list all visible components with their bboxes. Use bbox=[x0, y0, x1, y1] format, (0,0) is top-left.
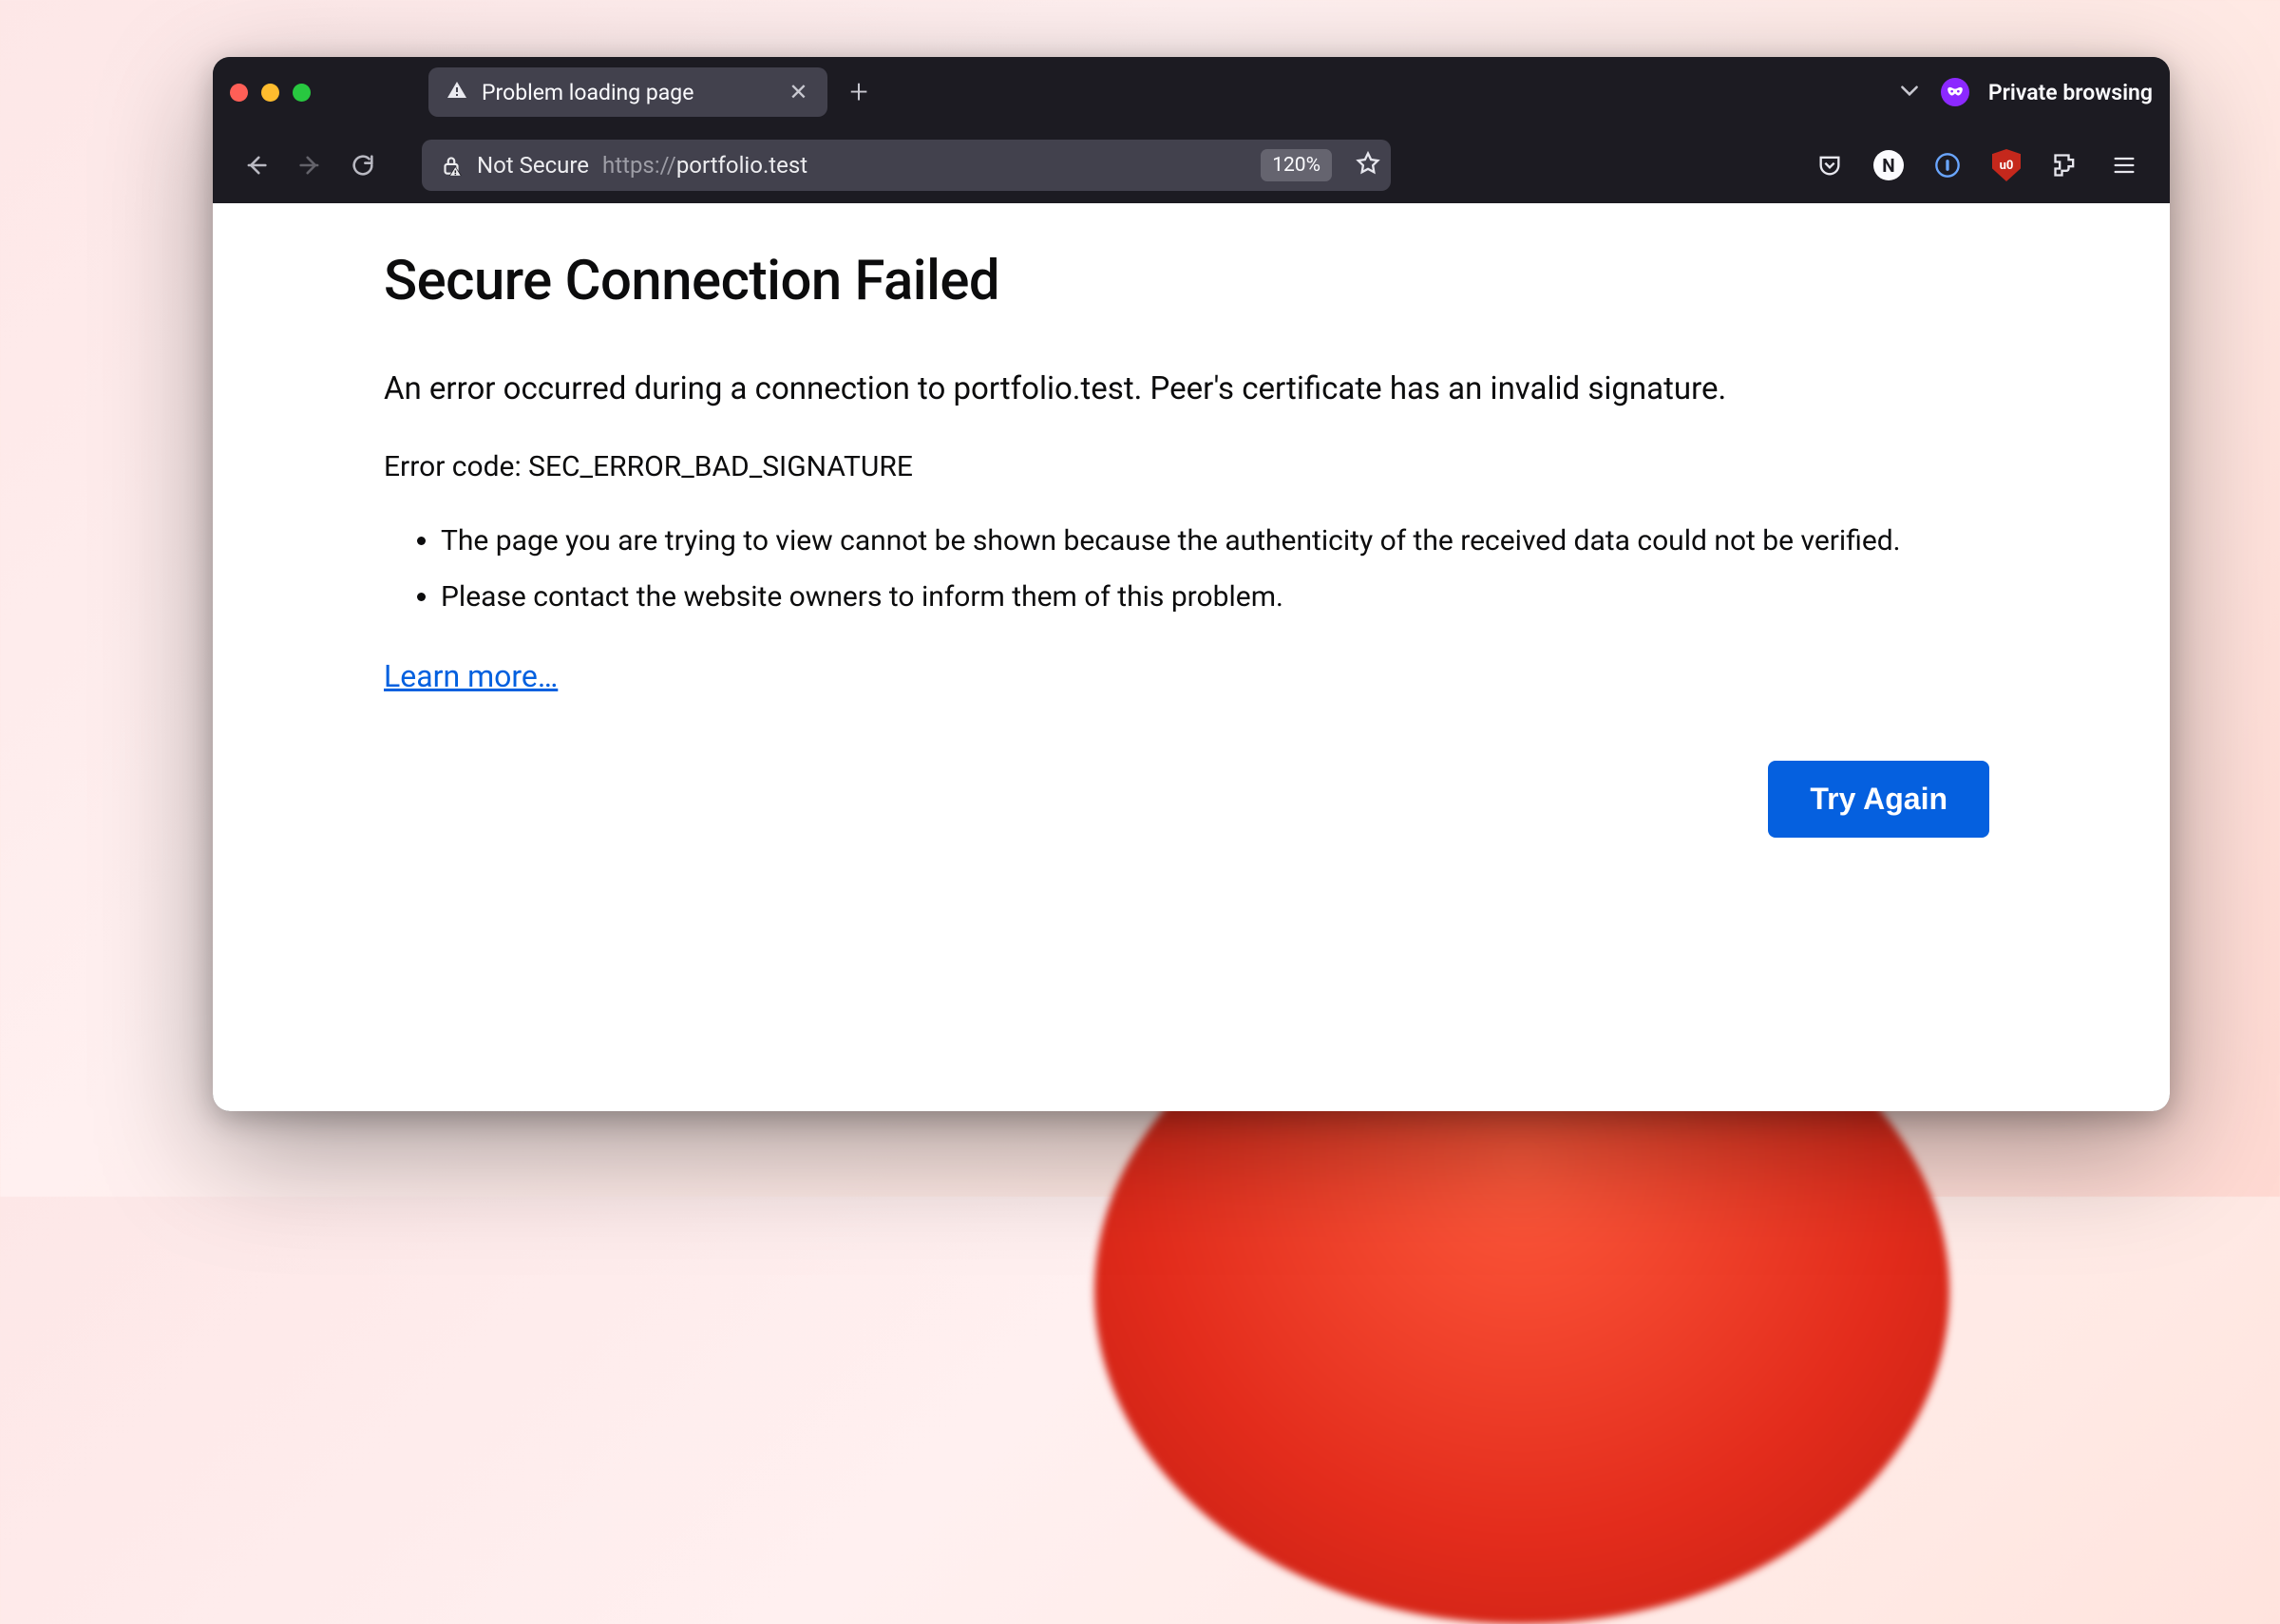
back-button[interactable] bbox=[234, 142, 279, 188]
try-again-button[interactable]: Try Again bbox=[1768, 761, 1989, 838]
new-tab-button[interactable]: + bbox=[841, 73, 878, 111]
browser-window: Problem loading page ✕ + Private browsin… bbox=[213, 57, 2170, 1111]
extension-n-button[interactable]: N bbox=[1870, 146, 1908, 184]
titlebar: Problem loading page ✕ + Private browsin… bbox=[213, 57, 2170, 127]
bookmark-star-button[interactable] bbox=[1355, 150, 1381, 180]
lock-warning-icon bbox=[439, 153, 464, 178]
tabs-dropdown-button[interactable] bbox=[1897, 78, 1922, 106]
pocket-button[interactable] bbox=[1811, 146, 1849, 184]
error-description: An error occurred during a connection to… bbox=[384, 367, 1771, 412]
private-browsing-label: Private browsing bbox=[1988, 80, 2153, 105]
reload-button[interactable] bbox=[340, 142, 386, 188]
url-scheme: https:// bbox=[602, 152, 676, 179]
warning-icon bbox=[446, 79, 468, 105]
forward-button[interactable] bbox=[287, 142, 332, 188]
error-title: Secure Connection Failed bbox=[384, 249, 1999, 313]
extensions-button[interactable] bbox=[2046, 146, 2084, 184]
window-minimize-button[interactable] bbox=[261, 84, 279, 102]
error-bullet: The page you are trying to view cannot b… bbox=[441, 519, 1942, 562]
url-text: https://portfolio.test bbox=[602, 152, 808, 179]
browser-tab[interactable]: Problem loading page ✕ bbox=[428, 67, 827, 117]
window-controls bbox=[230, 84, 311, 102]
extension-onepassword-button[interactable] bbox=[1928, 146, 1966, 184]
private-browsing-icon bbox=[1941, 78, 1969, 106]
learn-more-link[interactable]: Learn more… bbox=[384, 658, 558, 694]
zoom-indicator[interactable]: 120% bbox=[1261, 149, 1332, 181]
tab-close-button[interactable]: ✕ bbox=[783, 75, 813, 109]
security-status-label: Not Secure bbox=[477, 152, 589, 179]
error-bullet-list: The page you are trying to view cannot b… bbox=[384, 519, 1942, 618]
page-content: Secure Connection Failed An error occurr… bbox=[213, 203, 2170, 1111]
tab-title: Problem loading page bbox=[482, 80, 694, 105]
extension-ublock-button[interactable]: u0 bbox=[1987, 146, 2025, 184]
url-bar[interactable]: Not Secure https://portfolio.test 120% bbox=[422, 140, 1391, 191]
error-code: Error code: SEC_ERROR_BAD_SIGNATURE bbox=[384, 450, 1999, 483]
toolbar: Not Secure https://portfolio.test 120% N… bbox=[213, 127, 2170, 203]
window-close-button[interactable] bbox=[230, 84, 248, 102]
window-zoom-button[interactable] bbox=[293, 84, 311, 102]
toolbar-extensions: N u0 bbox=[1811, 146, 2149, 184]
url-host: portfolio.test bbox=[676, 152, 808, 179]
error-bullet: Please contact the website owners to inf… bbox=[441, 576, 1942, 618]
app-menu-button[interactable] bbox=[2105, 146, 2143, 184]
